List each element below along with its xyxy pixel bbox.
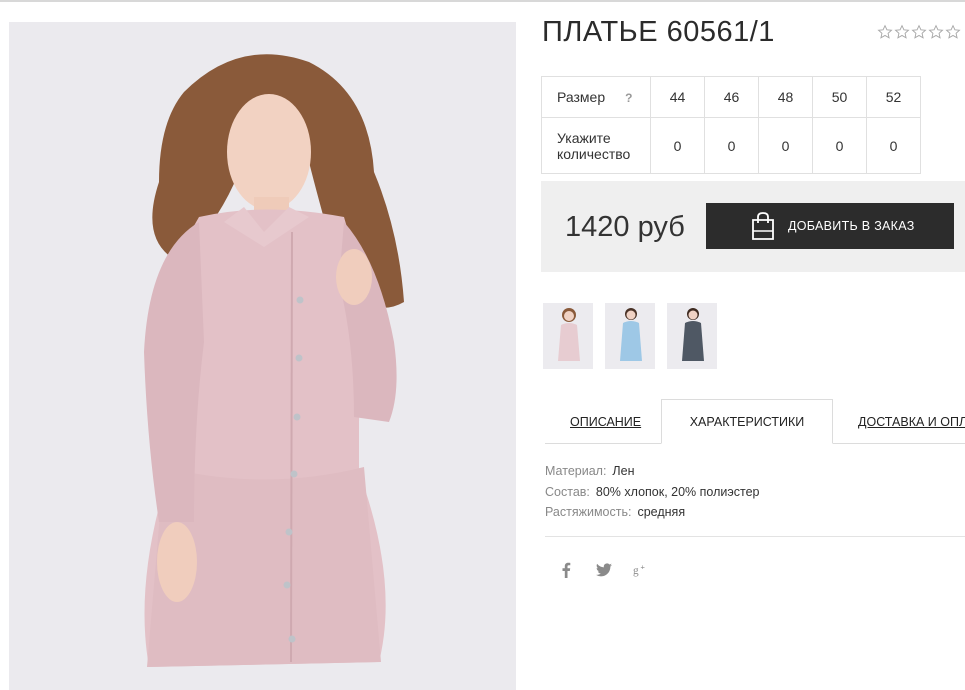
quantity-input-50[interactable]: 0: [812, 117, 867, 174]
tab-delivery[interactable]: ДОСТАВКА И ОПЛА: [858, 399, 965, 444]
spec-key: Состав:: [545, 484, 590, 499]
spec-row: Растяжимость: средняя: [545, 502, 759, 523]
social-share: g +: [557, 560, 651, 580]
quantity-label: Укажите количество: [541, 117, 651, 174]
spec-value: средняя: [637, 505, 686, 519]
svg-text:g: g: [633, 565, 639, 577]
tab-delivery-label: ДОСТАВКА И ОПЛА: [858, 414, 965, 429]
star-icon[interactable]: [877, 24, 893, 40]
add-to-order-label: ДОБАВИТЬ В ЗАКАЗ: [788, 219, 915, 233]
price: 1420 руб: [565, 211, 685, 243]
add-to-order-button[interactable]: ДОБАВИТЬ В ЗАКАЗ: [706, 203, 954, 249]
star-icon[interactable]: [928, 24, 944, 40]
size-52: 52: [866, 76, 921, 118]
quantity-row: Укажите количество 0 0 0 0 0: [541, 117, 921, 174]
spec-key: Материал:: [545, 464, 607, 478]
size-label-cell: Размер?: [541, 76, 651, 118]
rating-stars[interactable]: [877, 24, 961, 40]
spec-row: Материал: Лен: [545, 461, 759, 482]
size-label: Размер: [557, 88, 606, 105]
size-46: 46: [704, 76, 759, 118]
twitter-icon[interactable]: [595, 560, 613, 580]
characteristics-list: Материал: Лен Состав: 80% хлопок, 20% поли…: [545, 461, 759, 523]
tab-description-label: ОПИСАНИЕ: [570, 414, 642, 429]
size-50: 50: [812, 76, 867, 118]
size-48: 48: [758, 76, 813, 118]
star-icon[interactable]: [894, 24, 910, 40]
product-title: ПЛАТЬЕ 60561/1: [542, 16, 775, 48]
star-icon[interactable]: [945, 24, 961, 40]
tab-characteristics-label: ХАРАКТЕРИСТИКИ: [689, 414, 805, 429]
facebook-icon[interactable]: [557, 560, 575, 580]
tab-description[interactable]: ОПИСАНИЕ: [570, 399, 641, 444]
thumbnail-blue[interactable]: [605, 303, 655, 369]
size-row: Размер? 44 46 48 50 52: [541, 76, 921, 118]
size-44: 44: [650, 76, 705, 118]
size-help-icon[interactable]: ?: [625, 90, 632, 106]
shopping-bag-icon: [752, 212, 774, 240]
price-panel: 1420 руб ДОБАВИТЬ В ЗАКАЗ: [541, 181, 965, 272]
tab-characteristics[interactable]: ХАРАКТЕРИСТИКИ: [661, 399, 833, 444]
spec-value: Лен: [612, 464, 635, 478]
svg-text:+: +: [641, 562, 646, 571]
quantity-input-46[interactable]: 0: [704, 117, 759, 174]
google-plus-icon[interactable]: g +: [633, 560, 651, 580]
top-border: [0, 0, 965, 2]
thumbnail-gray[interactable]: [667, 303, 717, 369]
divider: [545, 536, 965, 537]
quantity-input-52[interactable]: 0: [866, 117, 921, 174]
thumbnail-pink[interactable]: [543, 303, 593, 369]
spec-key: Растяжимость:: [545, 505, 632, 519]
quantity-input-48[interactable]: 0: [758, 117, 813, 174]
thumbnail-gallery: [543, 303, 717, 369]
star-icon[interactable]: [911, 24, 927, 40]
main-product-photo[interactable]: [9, 22, 516, 690]
spec-value: 80% хлопок, 20% полиэстер: [595, 484, 760, 499]
size-quantity-table: Размер? 44 46 48 50 52 Укажите количеств…: [541, 76, 921, 174]
quantity-input-44[interactable]: 0: [650, 117, 705, 174]
spec-row: Состав: 80% хлопок, 20% полиэстер: [545, 482, 759, 503]
product-tabs: ОПИСАНИЕ ХАРАКТЕРИСТИКИ ДОСТАВКА И ОПЛА: [545, 399, 965, 444]
